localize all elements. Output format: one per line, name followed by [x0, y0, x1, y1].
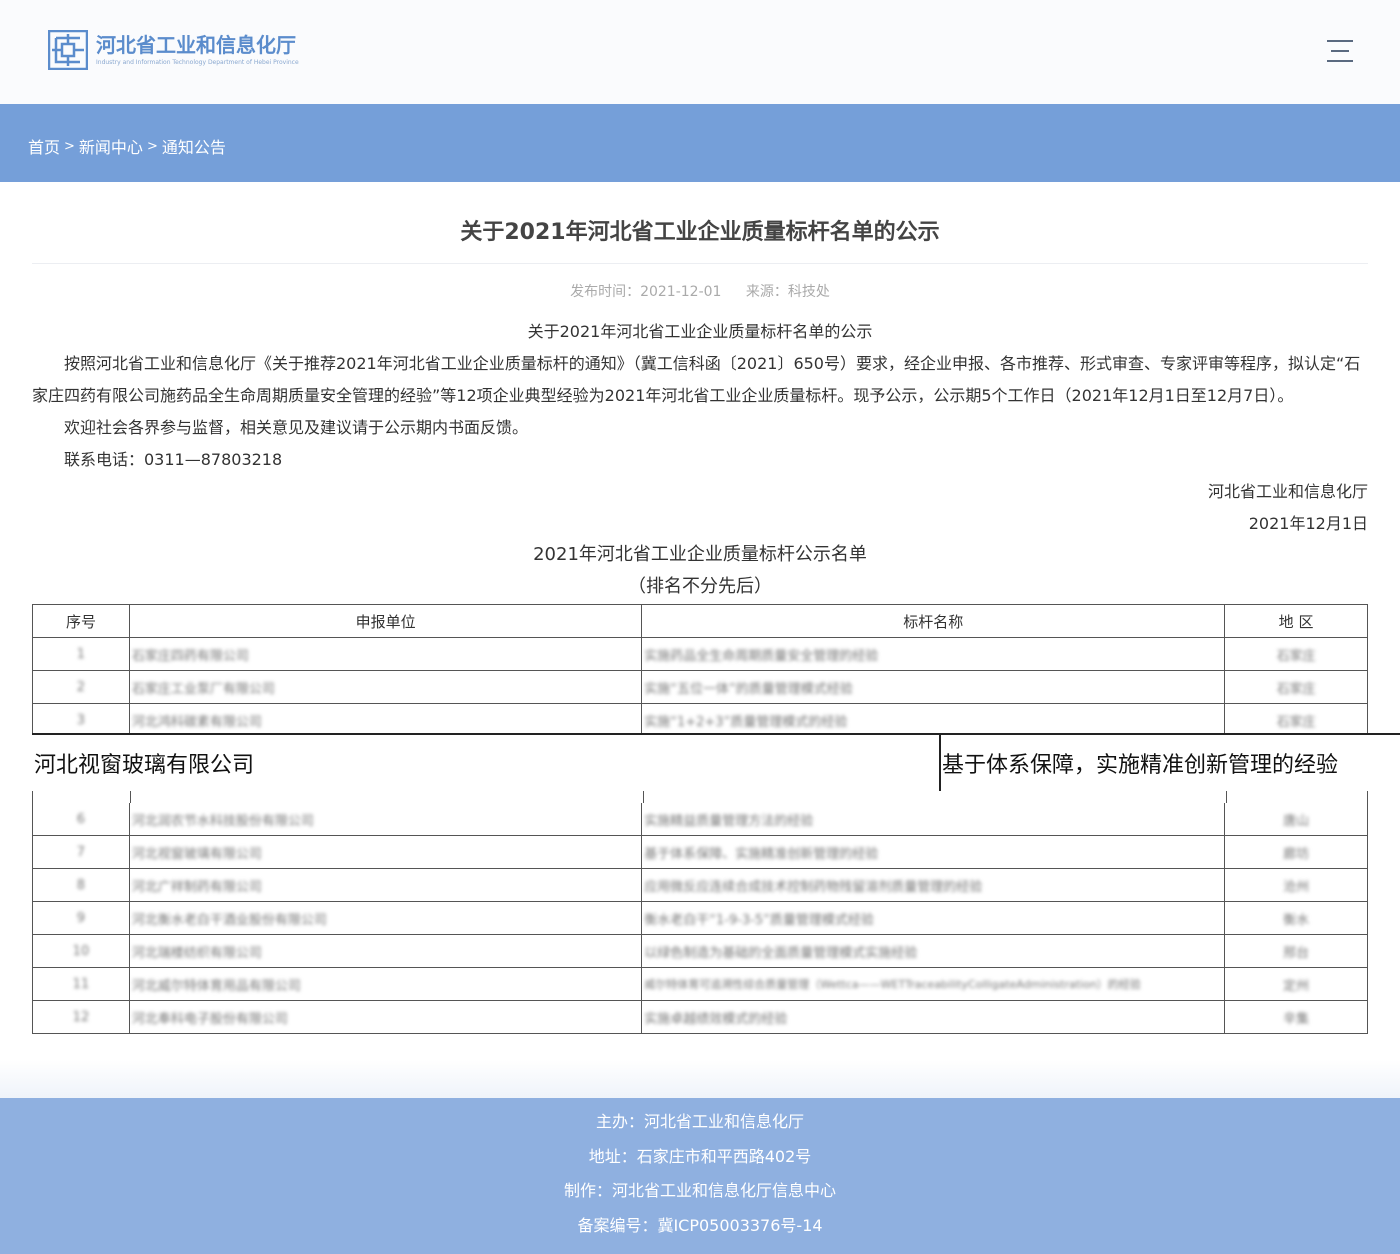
- cell-unit: 河北广祥制药有限公司: [128, 868, 643, 902]
- table-title: 2021年河北省工业企业质量标杆公示名单: [533, 544, 867, 565]
- cell-benchmark: 实施“五位一体”的质量管理模式经验: [641, 670, 1226, 704]
- cell-benchmark: 基于体系保障、实施精准创新管理的经验: [641, 835, 1226, 869]
- cell-region: 邢台: [1224, 934, 1368, 968]
- cell-unit: 河北奉科电子股份有限公司: [128, 1000, 643, 1034]
- table-row: 8 河北广祥制药有限公司 应用微反应连续合成技术控制药物残留溶剂质量管理的经验 沧州: [32, 868, 1368, 902]
- cell-no: 11: [32, 967, 130, 1001]
- cell-benchmark: 衡水老白干“1-9-3-5”质量管理模式经验: [641, 901, 1226, 935]
- breadcrumb-separator: >: [146, 138, 158, 154]
- cell-no: 8: [32, 868, 130, 902]
- cell-benchmark: 应用微反应连续合成技术控制药物残留溶剂质量管理的经验: [641, 868, 1226, 902]
- publish-time: 发布时间：2021-12-01: [570, 284, 722, 300]
- col-header-no: 序号: [32, 604, 130, 638]
- article-paragraph-2: 欢迎社会各界参与监督，相关意见及建议请于公示期内书面反馈。: [64, 418, 529, 437]
- table-row: 11 河北威尔特体育用品有限公司 威尔特体育可追溯性综合质量管理（Wettca——W…: [32, 967, 1368, 1001]
- cell-region: 定州: [1224, 967, 1368, 1001]
- cell-benchmark: 威尔特体育可追溯性综合质量管理（Wettca——WETTraceabilityC…: [641, 967, 1226, 1001]
- cell-no: 3: [32, 703, 130, 737]
- cell-region: 廊坊: [1224, 835, 1368, 869]
- footer-icp[interactable]: 备案编号：冀ICP05003376号-14: [0, 1209, 1400, 1244]
- cell-benchmark: 实施卓越绩效模式的经验: [641, 1000, 1226, 1034]
- cell-no: 12: [32, 1000, 130, 1034]
- cell-region: 衡水: [1224, 901, 1368, 935]
- cell-region: 沧州: [1224, 868, 1368, 902]
- article-meta: 发布时间：2021-12-01 来源：科技处: [32, 281, 1368, 301]
- table-row: 9 河北衡水老白干酒业股份有限公司 衡水老白干“1-9-3-5”质量管理模式经验 衡水: [32, 901, 1368, 935]
- article-date: 2021年12月1日: [1248, 514, 1368, 533]
- article-source: 来源：科技处: [745, 284, 830, 300]
- cell-unit: 河北威尔特体育用品有限公司: [128, 967, 643, 1001]
- breadcrumb-notice-link[interactable]: 通知公告: [162, 134, 226, 158]
- table-row: 12 河北奉科电子股份有限公司 实施卓越绩效模式的经验 辛集: [32, 1000, 1368, 1034]
- cell-no: 2: [32, 670, 130, 704]
- article-signature: 河北省工业和信息化厅: [1207, 482, 1368, 501]
- site-logo[interactable]: 河北省工业和信息化厅 Industry and Information Tech…: [48, 30, 299, 70]
- breadcrumb-bar: 首页 > 新闻中心 > 通知公告: [0, 104, 1400, 182]
- cell-no: 10: [32, 934, 130, 968]
- logo-emblem-icon: [48, 30, 88, 70]
- table-row: 10 河北瑞楼纺织有限公司 以绿色制造为基础的全面质量管理模式实施经验 邢台: [32, 934, 1368, 968]
- cell-region: 石家庄: [1224, 703, 1368, 737]
- breadcrumb-separator: >: [64, 138, 75, 154]
- breadcrumb-news-link[interactable]: 新闻中心: [79, 134, 143, 158]
- overlay-company: 河北视窗玻璃有限公司: [34, 753, 255, 778]
- logo-title: 河北省工业和信息化厅: [96, 33, 296, 57]
- cell-no: 9: [32, 901, 130, 935]
- cell-unit: 河北润农节水科技股份有限公司: [128, 802, 643, 836]
- footer-address: 地址：石家庄市和平西路402号: [588, 1146, 812, 1166]
- cell-benchmark: 以绿色制造为基础的全面质量管理模式实施经验: [641, 934, 1226, 968]
- zoomed-row-overlay: 河北视窗玻璃有限公司 基于体系保障，实施精准创新管理的经验: [32, 733, 1400, 793]
- cell-unit: 河北衡水老白干酒业股份有限公司: [128, 901, 643, 935]
- overlay-benchmark: 基于体系保障，实施精准创新管理的经验: [942, 753, 1339, 778]
- table-row: 7 河北视窗玻璃有限公司 基于体系保障、实施精准创新管理的经验 廊坊: [32, 835, 1368, 869]
- article-subtitle: 关于2021年河北省工业企业质量标杆名单的公示: [527, 322, 873, 341]
- footer-decoration: [0, 1060, 1400, 1100]
- cell-region: 石家庄: [1224, 637, 1368, 671]
- table-subtitle: （排名不分先后）: [628, 576, 772, 597]
- cell-unit: 河北鸿科碳素有限公司: [128, 703, 643, 737]
- cell-no: 1: [32, 637, 130, 671]
- breadcrumb: 首页 > 新闻中心 > 通知公告: [28, 134, 226, 158]
- article-title: 关于2021年河北省工业企业质量标杆名单的公示: [460, 220, 940, 245]
- table-row: 6 河北润农节水科技股份有限公司 实施精益质量管理方法的经验 唐山: [32, 802, 1368, 836]
- cell-unit: 石家庄工业泵厂有限公司: [128, 670, 643, 704]
- overlay-gap: [32, 791, 1368, 803]
- cell-unit: 河北瑞楼纺织有限公司: [128, 934, 643, 968]
- cell-no: 7: [32, 835, 130, 869]
- hamburger-menu-icon[interactable]: [1327, 38, 1353, 64]
- cell-region: 石家庄: [1224, 670, 1368, 704]
- cell-benchmark: 实施精益质量管理方法的经验: [641, 802, 1226, 836]
- col-header-unit: 申报单位: [128, 604, 643, 638]
- table-row: 3 河北鸿科碳素有限公司 实施“1+2+3”质量管理模式的经验 石家庄: [32, 703, 1368, 737]
- site-footer: 主办：河北省工业和信息化厅 地址：石家庄市和平西路402号 制作：河北省工业和信…: [0, 1098, 1400, 1254]
- cell-benchmark: 实施“1+2+3”质量管理模式的经验: [641, 703, 1226, 737]
- footer-maker: 制作：河北省工业和信息化厅信息中心: [563, 1181, 836, 1200]
- col-header-region: 地 区: [1224, 604, 1368, 638]
- cell-benchmark: 实施药品全生命周期质量安全管理的经验: [641, 637, 1226, 671]
- cell-unit: 河北视窗玻璃有限公司: [128, 835, 643, 869]
- article-paragraph-1: 按照河北省工业和信息化厅《关于推荐2021年河北省工业企业质量标杆的通知》（冀工…: [32, 354, 1361, 405]
- overlay-divider: [939, 735, 941, 793]
- site-header: 河北省工业和信息化厅 Industry and Information Tech…: [0, 0, 1400, 104]
- cell-region: 唐山: [1224, 802, 1368, 836]
- table-row: 1 石家庄四药有限公司 实施药品全生命周期质量安全管理的经验 石家庄: [32, 637, 1368, 671]
- logo-subtitle: Industry and Information Technology Depa…: [96, 59, 299, 66]
- benchmark-table: 序号 申报单位 标杆名称 地 区 1 石家庄四药有限公司 实施药品全生命周期质量安全…: [32, 604, 1368, 1034]
- col-header-benchmark: 标杆名称: [641, 604, 1226, 638]
- breadcrumb-home-link[interactable]: 首页: [28, 134, 60, 158]
- title-divider: [32, 263, 1368, 264]
- footer-host: 主办：河北省工业和信息化厅: [595, 1112, 804, 1131]
- cell-region: 辛集: [1224, 1000, 1368, 1034]
- cell-unit: 石家庄四药有限公司: [128, 637, 643, 671]
- cell-no: 6: [32, 802, 130, 836]
- table-row: 2 石家庄工业泵厂有限公司 实施“五位一体”的质量管理模式经验 石家庄: [32, 670, 1368, 704]
- article-contact: 联系电话：0311—87803218: [64, 450, 283, 469]
- table-header-row: 序号 申报单位 标杆名称 地 区: [32, 604, 1368, 638]
